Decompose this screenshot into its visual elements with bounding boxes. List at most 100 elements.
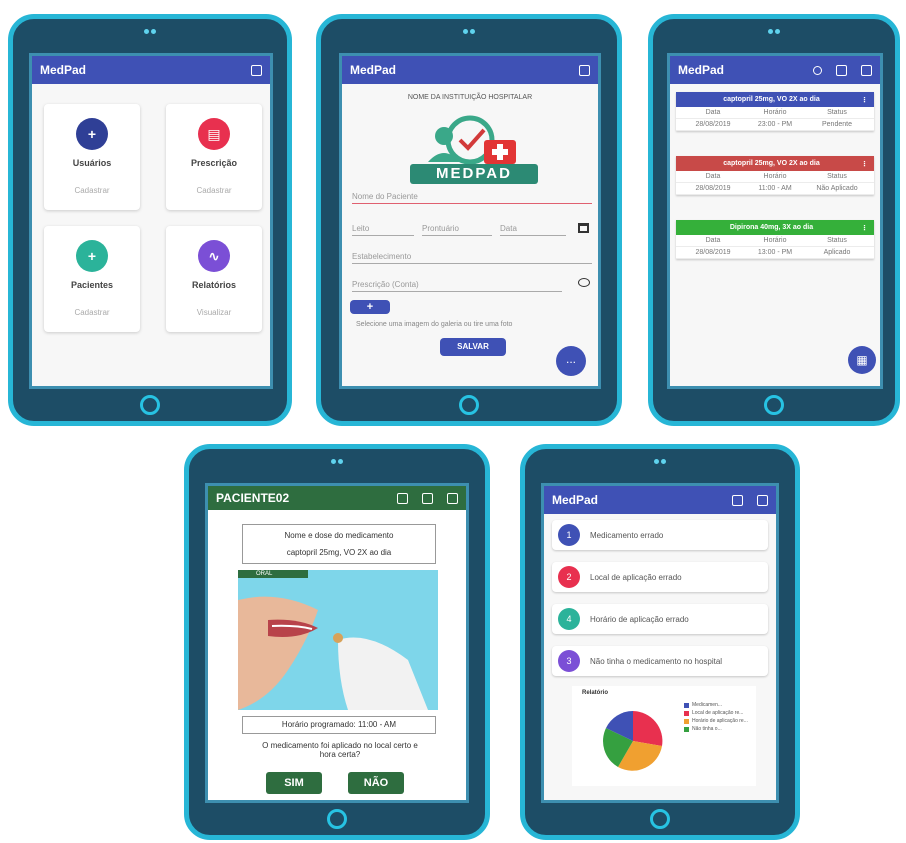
card-label: Pacientes	[70, 280, 114, 290]
card-pacientes[interactable]: + Pacientes Cadastrar	[44, 226, 140, 332]
cell-status: Não Aplicado	[816, 185, 858, 192]
patient-name-field[interactable]: Nome do Paciente	[352, 192, 592, 204]
no-button[interactable]: NÃO	[348, 772, 404, 794]
cell-time: 11:00 - AM	[758, 185, 792, 192]
card-relatorios[interactable]: ∿ Relatórios Visualizar	[166, 226, 262, 332]
card-action: Cadastrar	[196, 186, 232, 195]
item-number: 4	[558, 608, 580, 630]
calendar-icon[interactable]	[732, 494, 743, 506]
more-fab[interactable]: ...	[556, 346, 586, 376]
home-button[interactable]	[650, 809, 670, 829]
tablet-patient-form: MedPad NOME DA INSTITUIÇÃO HOSPITALAR ME…	[316, 14, 622, 426]
pie-chart	[603, 711, 663, 771]
establishment-field[interactable]: Estabelecimento	[352, 252, 592, 264]
list-item[interactable]: 4 Horário de aplicação errado	[552, 604, 768, 634]
chart-icon: ∿	[198, 240, 230, 272]
card-prescricao[interactable]: ▤ Prescrição Cadastrar	[166, 104, 262, 210]
menu-icon[interactable]: ⋮	[861, 224, 868, 232]
leito-field[interactable]: Leito	[352, 224, 414, 236]
card-action: Cadastrar	[74, 308, 110, 317]
add-fab[interactable]: ▦	[848, 346, 876, 374]
exit-icon[interactable]	[251, 64, 262, 76]
app-bar: MedPad	[32, 56, 270, 84]
app-title: MedPad	[552, 493, 599, 507]
home-button[interactable]	[327, 809, 347, 829]
add-patient-icon: +	[76, 240, 108, 272]
oral-route-illustration: ORAL	[238, 570, 438, 710]
logo-text: MEDPAD	[436, 165, 512, 182]
med-card-applied[interactable]: Dipirona 40mg, 3X ao dia ⋮ Data Horário …	[676, 220, 874, 259]
home-screen: MedPad + Usuários Cadastrar ▤ Prescrição…	[29, 53, 273, 389]
exit-icon[interactable]	[579, 64, 590, 76]
calendar-icon[interactable]	[422, 492, 433, 504]
card-label: Relatórios	[191, 280, 236, 290]
med-card-pending[interactable]: captopril 25mg, VO 2X ao dia ⋮ Data Horá…	[676, 92, 874, 131]
schedule-box: Horário programado: 11:00 - AM	[242, 716, 436, 734]
image-icon[interactable]	[397, 492, 408, 504]
visibility-icon[interactable]	[578, 278, 590, 287]
table-header: Data Horário Status	[676, 171, 874, 183]
camera	[768, 29, 780, 35]
legend-label: Local de aplicação re...	[692, 710, 744, 716]
list-item[interactable]: 3 Não tinha o medicamento no hospital	[552, 646, 768, 676]
tablet-patient-check: PACIENTE02 Nome e dose do medicamento ca…	[184, 444, 490, 840]
col-status: Status	[827, 173, 847, 180]
card-label: Prescrição	[190, 158, 238, 168]
patient-id: PACIENTE02	[216, 491, 290, 505]
card-usuarios[interactable]: + Usuários Cadastrar	[44, 104, 140, 210]
med-name: captopril 25mg, VO 2X ao dia	[723, 160, 820, 167]
chart-label: Relatório	[582, 690, 609, 696]
col-date: Data	[705, 109, 721, 116]
exit-icon[interactable]	[861, 64, 872, 76]
med-name: captopril 25mg, VO 2X ao dia	[723, 96, 820, 103]
home-button[interactable]	[459, 395, 479, 415]
app-bar: MedPad	[544, 486, 776, 514]
cell-status: Aplicado	[823, 249, 851, 256]
exit-icon[interactable]	[757, 494, 768, 506]
table-row: 28/08/2019 11:00 - AM Não Aplicado	[676, 183, 874, 195]
save-button[interactable]: SALVAR	[440, 338, 506, 356]
calendar-icon[interactable]	[578, 223, 589, 233]
cell-time: 23:00 - PM	[757, 121, 793, 128]
card-action: Visualizar	[196, 308, 232, 317]
chart-legend: Medicamen... Local de aplicação re... Ho…	[684, 702, 748, 734]
table-row: 28/08/2019 13:00 - PM Aplicado	[676, 247, 874, 259]
item-text: Local de aplicação errado	[590, 572, 682, 582]
menu-icon[interactable]: ⋮	[861, 96, 868, 104]
table-row: 28/08/2019 23:00 - PM Pendente	[676, 119, 874, 131]
home-button[interactable]	[764, 395, 784, 415]
calendar-icon[interactable]	[836, 64, 847, 76]
prescription-icon: ▤	[198, 118, 230, 150]
add-image-button[interactable]: +	[350, 300, 390, 314]
menu-icon[interactable]: ⋮	[861, 160, 868, 168]
exit-icon[interactable]	[447, 492, 458, 504]
cell-date: 28/08/2019	[695, 121, 731, 128]
prescription-field[interactable]: Prescrição (Conta)	[352, 280, 562, 292]
medication-screen: MedPad captopril 25mg, VO 2X ao dia ⋮ Da…	[667, 53, 883, 389]
yes-button[interactable]: SIM	[266, 772, 322, 794]
camera	[144, 29, 156, 35]
tablet-home: MedPad + Usuários Cadastrar ▤ Prescrição…	[8, 14, 292, 426]
list-item[interactable]: 2 Local de aplicação errado	[552, 562, 768, 592]
col-status: Status	[827, 109, 847, 116]
list-item[interactable]: 1 Medicamento errado	[552, 520, 768, 550]
add-user-icon: +	[76, 118, 108, 150]
camera	[654, 459, 666, 465]
date-field[interactable]: Data	[500, 224, 566, 236]
tablet-reports: MedPad 1 Medicamento errado 2 Local de a…	[520, 444, 800, 840]
home-button[interactable]	[140, 395, 160, 415]
med-card-not-applied[interactable]: captopril 25mg, VO 2X ao dia ⋮ Data Horá…	[676, 156, 874, 195]
legend-label: Medicamen...	[692, 702, 723, 708]
med-name: Dipirona 40mg, 3X ao dia	[729, 224, 814, 231]
med-card-header: Dipirona 40mg, 3X ao dia ⋮	[676, 220, 874, 235]
report-panel: Relatório Medicamen... Local de aplicaçã…	[572, 686, 756, 786]
med-card-header: captopril 25mg, VO 2X ao dia ⋮	[676, 156, 874, 171]
prontuario-field[interactable]: Prontuário	[422, 224, 492, 236]
app-bar: MedPad	[342, 56, 598, 84]
cell-date: 28/08/2019	[695, 249, 731, 256]
search-icon[interactable]	[813, 65, 822, 75]
table-header: Data Horário Status	[676, 107, 874, 119]
institution-name: NOME DA INSTITUIÇÃO HOSPITALAR	[407, 94, 533, 101]
legend-item: Não tinha o...	[684, 726, 748, 732]
cell-date: 28/08/2019	[695, 185, 731, 192]
